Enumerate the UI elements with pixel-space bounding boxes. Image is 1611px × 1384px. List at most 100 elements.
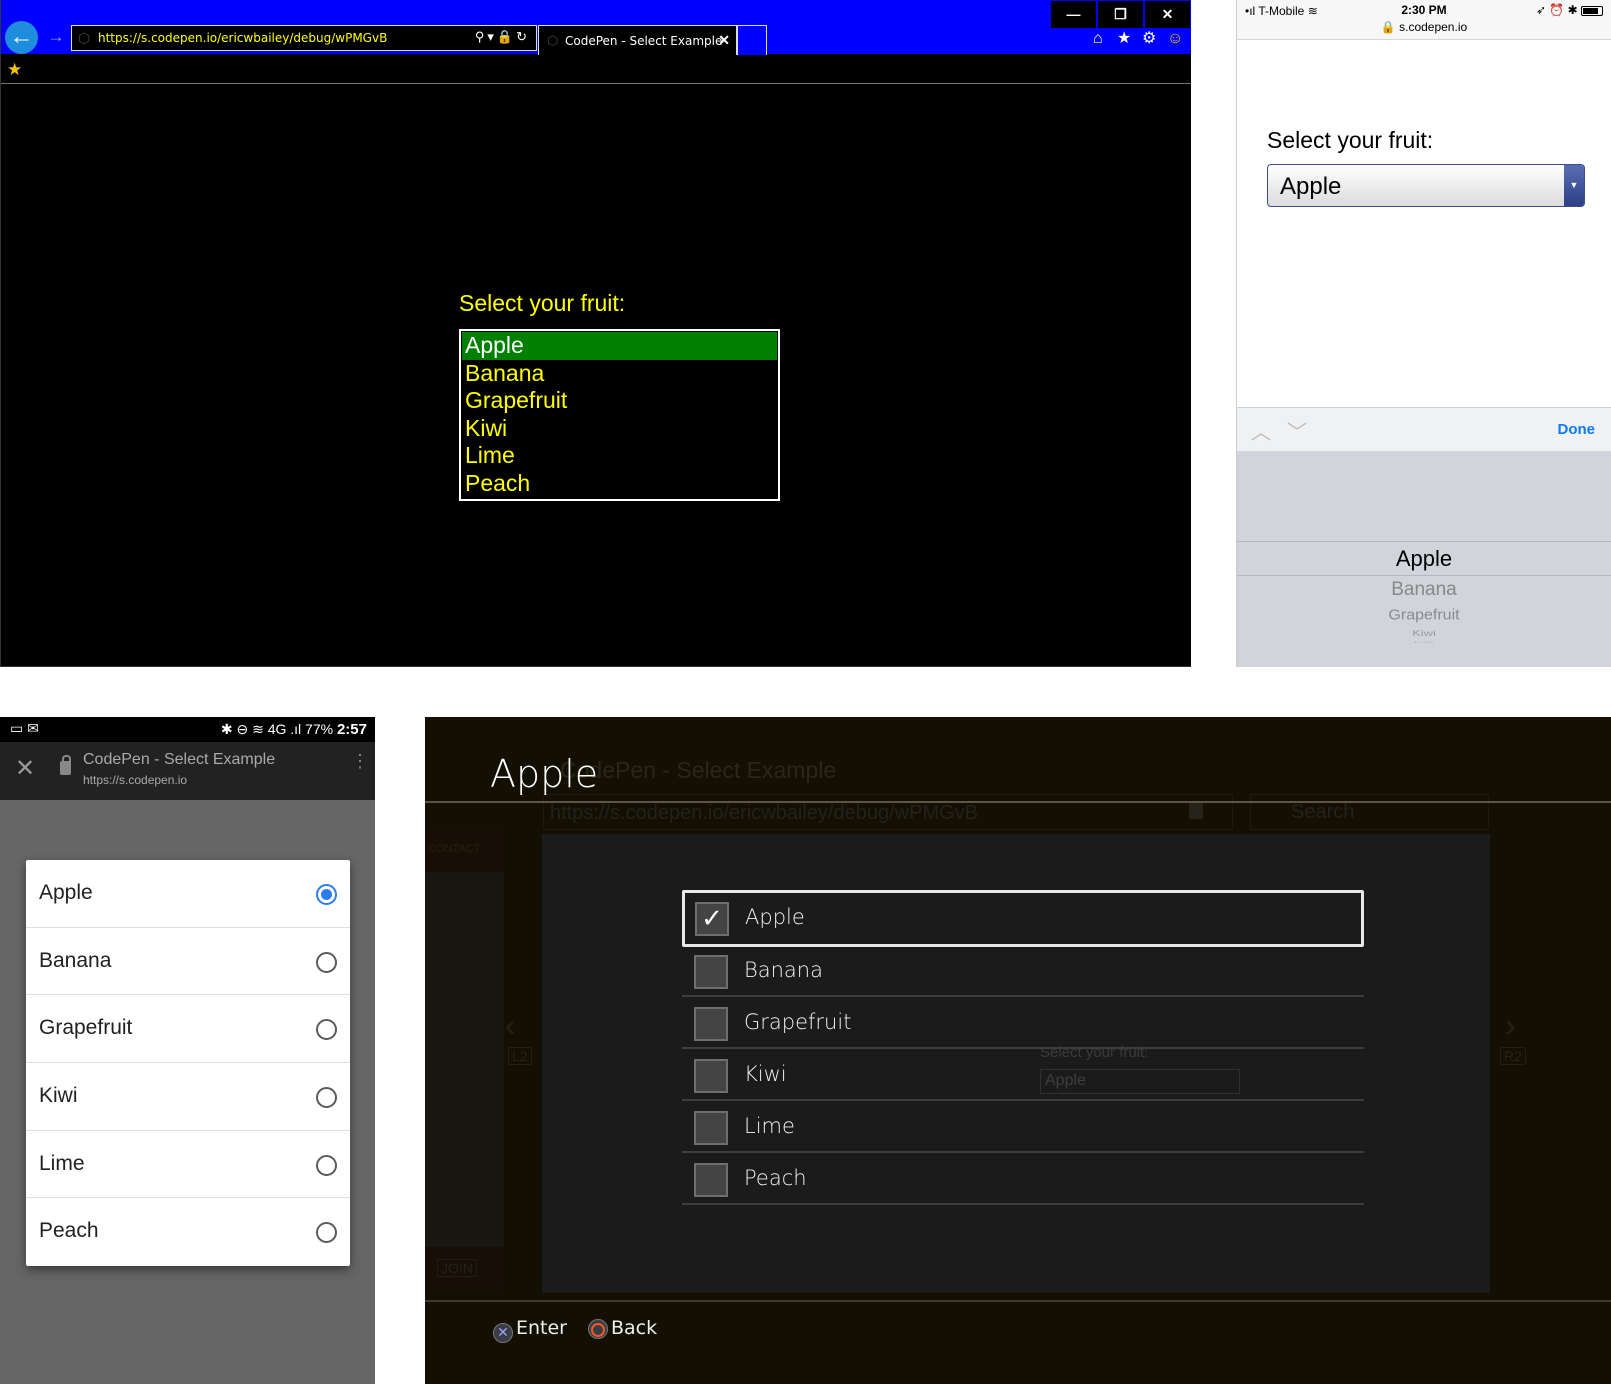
option-row[interactable]: ✓ Apple xyxy=(682,890,1364,947)
lock-icon xyxy=(60,755,71,775)
option-row[interactable]: Peach xyxy=(26,1198,350,1266)
checkbox-icon[interactable] xyxy=(694,1111,728,1145)
background-l2-label: L2 xyxy=(508,1047,532,1065)
option-row[interactable]: Grapefruit xyxy=(26,995,350,1064)
back-button[interactable]: ← xyxy=(5,21,38,54)
address-tools-icons[interactable]: ⚲▾🔒↻ xyxy=(475,29,530,45)
picker-toolbar: ︿ ﹀ Done xyxy=(1237,407,1611,451)
more-options-icon[interactable]: ⋮ xyxy=(351,752,369,770)
ps4-browser-screen: CodePen - Select Example https://s.codep… xyxy=(425,717,1611,1384)
picker-item[interactable]: Lime xyxy=(1237,641,1611,644)
close-window-button[interactable]: ✕ xyxy=(1145,1,1190,28)
background-r2-label: R2 xyxy=(1500,1047,1526,1065)
option-row[interactable]: Lime xyxy=(26,1131,350,1199)
checkbox-icon[interactable] xyxy=(694,1163,728,1197)
status-time: 2:57 xyxy=(336,721,367,738)
forward-button[interactable]: → xyxy=(45,26,67,48)
browser-tab[interactable]: ⬡ CodePen - Select Example ✕ xyxy=(538,25,737,55)
toolbar-divider xyxy=(1,83,1191,84)
back-hint[interactable]: Back xyxy=(588,1317,657,1339)
picker-wheel[interactable]: Apple Banana Grapefruit Kiwi Lime xyxy=(1237,451,1611,667)
settings-gear-icon[interactable]: ⚙ xyxy=(1142,30,1156,48)
new-tab-button[interactable] xyxy=(737,25,767,55)
option-row[interactable]: Kiwi xyxy=(26,1063,350,1131)
picker-item[interactable]: Banana xyxy=(1237,579,1611,601)
checkbox-icon[interactable] xyxy=(694,1059,728,1093)
circle-button-icon xyxy=(588,1319,608,1339)
codepen-site-icon: ⬡ xyxy=(78,30,91,46)
done-button[interactable]: Done xyxy=(1558,421,1596,438)
radio-icon[interactable] xyxy=(316,951,337,973)
select-value: Apple xyxy=(1280,173,1342,200)
restore-button[interactable]: ❐ xyxy=(1098,1,1143,28)
radio-icon[interactable] xyxy=(316,1019,337,1041)
background-lock-icon xyxy=(1189,803,1203,819)
enter-hint[interactable]: ✕ Enter xyxy=(493,1317,567,1343)
radio-icon[interactable] xyxy=(316,1154,337,1176)
address-bar[interactable]: ⬡ https://s.codepen.io/ericwbailey/debug… xyxy=(71,25,537,51)
picker-item[interactable]: Grapefruit xyxy=(1237,608,1611,624)
option-row[interactable]: Kiwi xyxy=(682,1049,1364,1101)
feedback-smiley-icon[interactable]: ☺ xyxy=(1167,30,1183,48)
ios-safari-screen: •ıl T-Mobile ≋ 2:30 PM ➶ ⏰ ✱ 🔒 s.codepen… xyxy=(1236,0,1611,667)
options-list: ✓ Apple Banana Grapefruit Kiwi Lime Peach xyxy=(682,890,1364,1205)
option-row[interactable]: Peach xyxy=(682,1153,1364,1205)
dropdown-arrow-icon: ▼ xyxy=(1564,165,1584,206)
custom-tab-toolbar: ✕ CodePen - Select Example https://s.cod… xyxy=(0,742,375,800)
status-right: ✱ ⊖ ≋ 4G .ıl 77% 2:57 xyxy=(220,721,367,738)
radio-icon[interactable] xyxy=(316,1087,337,1109)
fruit-select[interactable]: Apple ▼ xyxy=(1267,164,1585,207)
title-divider xyxy=(425,801,1611,803)
radio-icon[interactable] xyxy=(316,1222,337,1244)
next-field-icon[interactable]: ﹀ xyxy=(1287,416,1307,445)
select-options-dialog: Apple Banana Grapefruit Kiwi Lime Peach xyxy=(26,860,350,1266)
close-icon[interactable]: ✕ xyxy=(15,754,35,783)
background-next-icon: › xyxy=(1505,1007,1516,1043)
battery-icon xyxy=(1581,5,1603,16)
page-url: https://s.codepen.io xyxy=(83,773,188,787)
background-url-field: https://s.codepen.io/ericwbailey/debug/w… xyxy=(543,794,1233,830)
ie-title-bar: ← → ⬡ https://s.codepen.io/ericwbailey/d… xyxy=(1,0,1191,55)
radio-selected-icon[interactable] xyxy=(316,884,337,905)
listbox-option[interactable]: Apple xyxy=(462,332,777,360)
listbox-option[interactable]: Peach xyxy=(462,470,777,498)
listbox-option[interactable]: Banana xyxy=(462,360,777,388)
android-status-bar: ▭ ✉ ✱ ⊖ ≋ 4G .ıl 77% 2:57 xyxy=(0,717,375,742)
select-options-panel: Select your fruit: Apple ✓ Apple Banana G… xyxy=(542,834,1490,1293)
add-favorite-icon[interactable]: ★ xyxy=(7,60,22,80)
option-row[interactable]: Apple xyxy=(26,860,350,928)
page-title: CodePen - Select Example xyxy=(83,751,276,768)
status-right-icons: ➶ ⏰ ✱ xyxy=(1536,3,1603,17)
tab-close-button[interactable]: ✕ xyxy=(718,32,730,49)
fruit-listbox[interactable]: Apple Banana Grapefruit Kiwi Lime Peach xyxy=(459,329,780,501)
dialog-title: Apple xyxy=(490,752,599,796)
ios-url[interactable]: 🔒 s.codepen.io xyxy=(1237,20,1611,34)
listbox-option[interactable]: Grapefruit xyxy=(462,387,777,415)
picker-item[interactable]: Kiwi xyxy=(1237,629,1611,638)
address-url[interactable]: https://s.codepen.io/ericwbailey/debug/w… xyxy=(98,31,387,45)
cross-button-icon: ✕ xyxy=(493,1323,513,1343)
listbox-option[interactable]: Kiwi xyxy=(462,415,777,443)
home-icon[interactable]: ⌂ xyxy=(1093,30,1103,48)
picker-item[interactable]: Apple xyxy=(1237,546,1611,572)
ie-browser-window: ← → ⬡ https://s.codepen.io/ericwbailey/d… xyxy=(0,0,1191,667)
ios-status-bar: •ıl T-Mobile ≋ 2:30 PM ➶ ⏰ ✱ 🔒 s.codepen… xyxy=(1237,0,1611,40)
codepen-tab-icon: ⬡ xyxy=(547,33,559,48)
option-row[interactable]: Banana xyxy=(26,928,350,996)
footer-divider xyxy=(425,1300,1611,1302)
previous-field-icon[interactable]: ︿ xyxy=(1251,416,1271,445)
minimize-button[interactable]: — xyxy=(1051,1,1096,28)
listbox-option[interactable]: Lime xyxy=(462,442,777,470)
option-row[interactable]: Lime xyxy=(682,1101,1364,1153)
checkbox-checked-icon[interactable]: ✓ xyxy=(695,902,729,936)
background-prev-icon: ‹ xyxy=(505,1007,516,1043)
background-page-title: CodePen - Select Example xyxy=(560,757,837,783)
notification-icons: ▭ ✉ xyxy=(10,720,39,736)
option-row[interactable]: Grapefruit xyxy=(682,997,1364,1049)
checkbox-icon[interactable] xyxy=(694,955,728,989)
tab-title: CodePen - Select Example xyxy=(565,34,723,48)
option-row[interactable]: Banana xyxy=(682,945,1364,997)
android-chrome-screen: ▭ ✉ ✱ ⊖ ≋ 4G .ıl 77% 2:57 ✕ CodePen - Se… xyxy=(0,717,375,1384)
favorites-icon[interactable]: ★ xyxy=(1117,30,1131,48)
checkbox-icon[interactable] xyxy=(694,1007,728,1041)
